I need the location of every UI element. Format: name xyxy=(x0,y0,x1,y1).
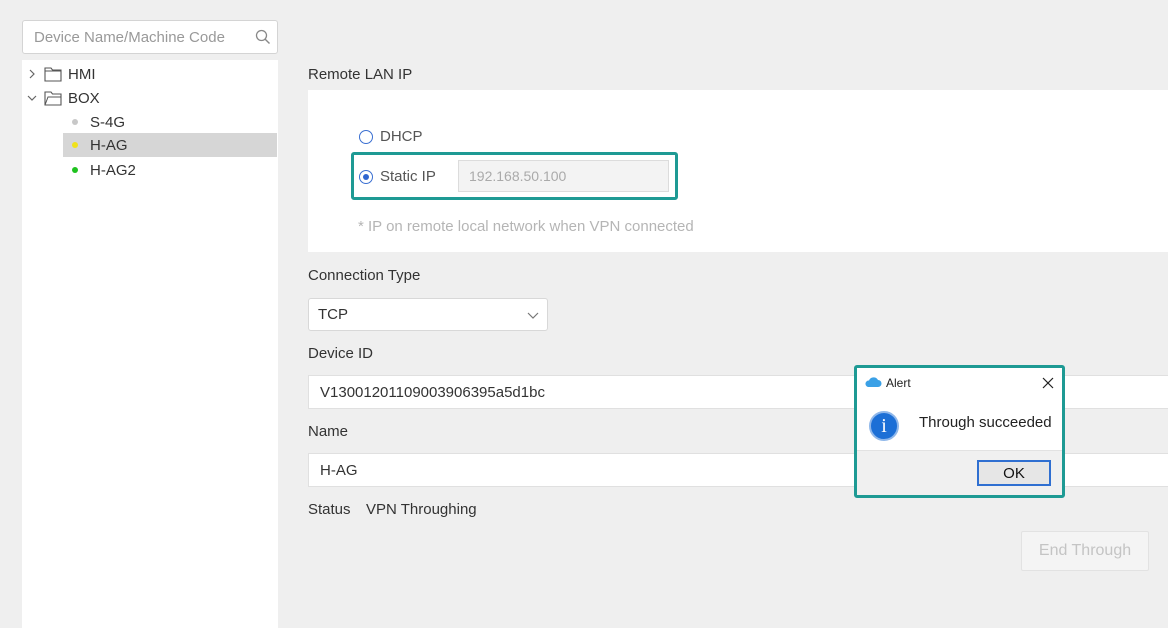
device-search-box[interactable] xyxy=(22,20,278,54)
info-icon: i xyxy=(869,411,899,441)
dhcp-radio[interactable] xyxy=(359,130,373,144)
alert-title: Alert xyxy=(886,376,911,390)
alert-message: Through succeeded xyxy=(919,414,1052,431)
search-icon[interactable] xyxy=(255,29,271,45)
tree-group-label: BOX xyxy=(68,89,100,107)
static-ip-label[interactable]: Static IP xyxy=(380,168,436,185)
status-dot xyxy=(72,167,78,173)
alert-footer: OK xyxy=(857,450,1062,495)
device-label: H-AG2 xyxy=(90,161,136,179)
connection-type-label: Connection Type xyxy=(308,267,421,284)
connection-type-value: TCP xyxy=(318,306,348,323)
chevron-right-icon[interactable] xyxy=(22,62,42,86)
tree-device-h-ag2[interactable]: H-AG2 xyxy=(63,158,277,182)
status-value: VPN Throughing xyxy=(366,501,477,518)
folder-icon xyxy=(44,67,62,82)
remote-lan-hint: * IP on remote local network when VPN co… xyxy=(358,218,694,235)
status-label: Status xyxy=(308,501,351,518)
tree-group-hmi[interactable]: HMI xyxy=(22,62,278,86)
device-tree: HMI BOX S-4G H-AG H-AG2 xyxy=(22,60,278,628)
device-label: S-4G xyxy=(90,113,126,131)
tree-group-box[interactable]: BOX xyxy=(22,86,278,110)
search-input[interactable] xyxy=(24,22,246,52)
tree-group-label: HMI xyxy=(68,65,96,83)
name-label: Name xyxy=(308,423,349,440)
device-label: H-AG xyxy=(90,136,128,154)
tree-device-s-4g[interactable]: S-4G xyxy=(63,110,277,134)
alert-dialog: Alert i Through succeeded OK xyxy=(854,365,1065,498)
remote-lan-label: Remote LAN IP xyxy=(308,66,413,83)
status-dot xyxy=(72,119,78,125)
dhcp-label[interactable]: DHCP xyxy=(380,128,423,145)
chevron-down-icon xyxy=(527,312,539,319)
status-dot xyxy=(72,142,78,148)
folder-open-icon xyxy=(44,91,62,106)
static-ip-input[interactable]: 192.168.50.100 xyxy=(458,160,669,192)
device-id-label: Device ID xyxy=(308,345,374,362)
remote-lan-panel: DHCP Static IP 192.168.50.100 * IP on re… xyxy=(308,90,1168,252)
chevron-down-icon[interactable] xyxy=(22,86,42,110)
close-icon[interactable] xyxy=(1041,376,1055,390)
static-ip-radio[interactable] xyxy=(359,170,373,184)
end-through-button[interactable]: End Through xyxy=(1021,531,1149,571)
cloud-icon xyxy=(865,377,882,387)
ok-button[interactable]: OK xyxy=(977,460,1051,486)
alert-body: i Through succeeded xyxy=(857,398,1062,450)
connection-type-select[interactable]: TCP xyxy=(308,298,548,331)
tree-device-h-ag[interactable]: H-AG xyxy=(63,133,277,157)
alert-titlebar: Alert xyxy=(857,368,1062,398)
